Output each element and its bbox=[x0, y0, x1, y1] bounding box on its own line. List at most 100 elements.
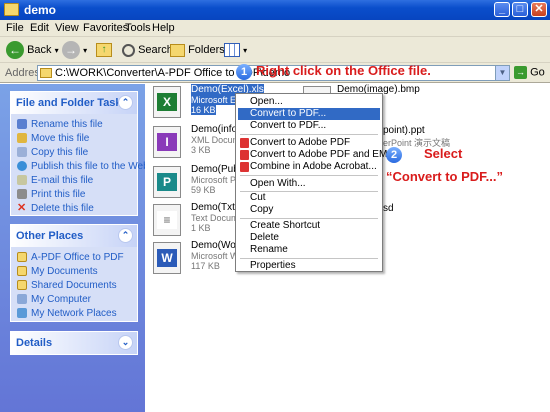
file-size: 1 KB bbox=[191, 223, 211, 233]
ctx-label: Convert to Adobe PDF and EMail bbox=[250, 149, 398, 160]
ctx-open[interactable]: Open... bbox=[238, 96, 380, 108]
word-file-icon: W bbox=[153, 242, 181, 274]
ctx-rename[interactable]: Rename bbox=[238, 244, 380, 256]
file-badge: P bbox=[157, 173, 177, 191]
task-copy[interactable]: Copy this file bbox=[11, 146, 137, 160]
infopath-file-icon: I bbox=[153, 126, 181, 158]
file-name: point).ppt bbox=[383, 125, 425, 136]
task-label: Move this file bbox=[31, 133, 90, 144]
ctx-properties[interactable]: Properties bbox=[238, 260, 380, 272]
ctx-cut[interactable]: Cut bbox=[238, 192, 380, 204]
details-header[interactable]: Details ⌄ bbox=[11, 332, 137, 354]
step-number-badge: 2 bbox=[386, 146, 402, 163]
context-menu: Open... Convert to PDF... Convert to PDF… bbox=[235, 93, 397, 272]
go-button[interactable]: → Go bbox=[514, 66, 545, 79]
delete-x-icon: ✕ bbox=[17, 202, 27, 215]
place-label: My Computer bbox=[31, 294, 92, 305]
task-label: Publish this file to the Web bbox=[31, 161, 149, 172]
publisher-file-icon: P bbox=[153, 166, 181, 198]
ctx-convert-to-pdf-highlighted[interactable]: Convert to PDF... bbox=[238, 108, 380, 120]
folders-label: Folders bbox=[188, 44, 225, 56]
up-folder-icon: ↑ bbox=[96, 43, 112, 58]
globe-icon bbox=[17, 161, 27, 172]
place-apdf[interactable]: A-PDF Office to PDF bbox=[11, 251, 137, 265]
menu-edit[interactable]: Edit bbox=[30, 22, 49, 34]
place-my-computer[interactable]: My Computer bbox=[11, 293, 137, 307]
other-places-header[interactable]: Other Places ⌃ bbox=[11, 225, 137, 247]
maximize-button[interactable]: □ bbox=[512, 2, 528, 17]
address-dropdown-icon[interactable]: ▼ bbox=[495, 66, 509, 80]
views-icon bbox=[224, 43, 240, 58]
menu-file[interactable]: File bbox=[6, 22, 24, 34]
copy-icon bbox=[17, 147, 27, 158]
ctx-delete[interactable]: Delete bbox=[238, 232, 380, 244]
back-label: Back bbox=[27, 44, 52, 56]
task-rename[interactable]: Rename this file bbox=[11, 118, 137, 132]
ctx-copy[interactable]: Copy bbox=[238, 204, 380, 216]
task-label: Delete this file bbox=[31, 203, 94, 214]
place-my-documents[interactable]: My Documents bbox=[11, 265, 137, 279]
task-label: Copy this file bbox=[31, 147, 89, 158]
place-label: A-PDF Office to PDF bbox=[31, 252, 124, 263]
back-button[interactable]: ← Back ▾ bbox=[6, 41, 59, 60]
menu-help[interactable]: Help bbox=[152, 22, 175, 34]
up-folder-button[interactable]: ↑ bbox=[96, 41, 112, 59]
file-item-sd[interactable]: sd bbox=[383, 202, 443, 242]
folders-icon bbox=[170, 43, 185, 57]
ctx-create-shortcut[interactable]: Create Shortcut bbox=[238, 220, 380, 232]
task-move[interactable]: Move this file bbox=[11, 132, 137, 146]
menu-tools[interactable]: Tools bbox=[125, 22, 151, 34]
details-panel: Details ⌄ bbox=[10, 331, 138, 355]
ctx-label: Combine in Adobe Acrobat... bbox=[250, 161, 377, 172]
computer-icon bbox=[17, 294, 27, 305]
step2-text: Select bbox=[424, 146, 463, 161]
task-delete[interactable]: ✕ Delete this file bbox=[11, 202, 137, 216]
menu-separator bbox=[240, 218, 378, 219]
file-badge: X bbox=[157, 93, 177, 111]
task-email[interactable]: E-mail this file bbox=[11, 174, 137, 188]
forward-button[interactable]: → ▾ bbox=[62, 41, 87, 60]
collapse-chevron-icon[interactable]: ⌃ bbox=[118, 95, 133, 110]
place-network[interactable]: My Network Places bbox=[11, 307, 137, 321]
ctx-convert-to-pdf[interactable]: Convert to PDF... bbox=[238, 120, 380, 132]
title-bar: demo _ □ ✕ bbox=[0, 0, 550, 20]
menu-separator bbox=[240, 134, 378, 135]
step-number-badge: 1 bbox=[236, 63, 252, 80]
collapse-chevron-icon[interactable]: ⌃ bbox=[118, 228, 133, 243]
file-badge: W bbox=[157, 249, 177, 267]
minimize-button[interactable]: _ bbox=[494, 2, 510, 17]
search-button[interactable]: Search bbox=[122, 41, 173, 59]
menu-favorites[interactable]: Favorites bbox=[83, 22, 128, 34]
ctx-convert-adobe-pdf[interactable]: Convert to Adobe PDF bbox=[238, 137, 380, 149]
file-badge: I bbox=[157, 133, 177, 151]
email-icon bbox=[17, 175, 27, 186]
task-pane: File and Folder Tasks ⌃ Rename this file… bbox=[0, 84, 149, 412]
folder-icon bbox=[40, 68, 52, 78]
file-size: 3 KB bbox=[191, 145, 211, 155]
task-publish[interactable]: Publish this file to the Web bbox=[11, 160, 149, 174]
forward-arrow-icon: → bbox=[62, 41, 80, 60]
place-label: My Documents bbox=[31, 266, 98, 277]
ctx-open-with[interactable]: Open With... bbox=[238, 178, 380, 190]
window-title: demo bbox=[24, 3, 57, 17]
close-button[interactable]: ✕ bbox=[531, 2, 547, 17]
go-arrow-icon: → bbox=[514, 66, 527, 79]
file-size: 16 KB bbox=[191, 105, 216, 115]
task-print[interactable]: Print this file bbox=[11, 188, 137, 202]
ctx-combine-acrobat[interactable]: Combine in Adobe Acrobat... bbox=[238, 161, 380, 173]
place-shared-documents[interactable]: Shared Documents bbox=[11, 279, 137, 293]
pdf-icon bbox=[240, 150, 249, 160]
menu-view[interactable]: View bbox=[55, 22, 79, 34]
ctx-convert-adobe-pdf-email[interactable]: Convert to Adobe PDF and EMail bbox=[238, 149, 397, 161]
views-button[interactable]: ▾ bbox=[224, 41, 247, 59]
search-label: Search bbox=[138, 44, 173, 56]
expand-chevron-icon[interactable]: ⌄ bbox=[118, 335, 133, 350]
details-title: Details bbox=[16, 337, 53, 349]
file-tasks-header[interactable]: File and Folder Tasks ⌃ bbox=[11, 92, 137, 114]
pdf-icon bbox=[240, 162, 249, 172]
folders-button[interactable]: Folders bbox=[170, 41, 225, 59]
toolbar: ← Back ▾ → ▾ ↑ Search Folders ▾ bbox=[0, 37, 550, 63]
step2-annotation: 2 Select bbox=[386, 146, 462, 163]
file-tasks-title: File and Folder Tasks bbox=[16, 97, 128, 109]
rename-icon bbox=[17, 119, 27, 130]
